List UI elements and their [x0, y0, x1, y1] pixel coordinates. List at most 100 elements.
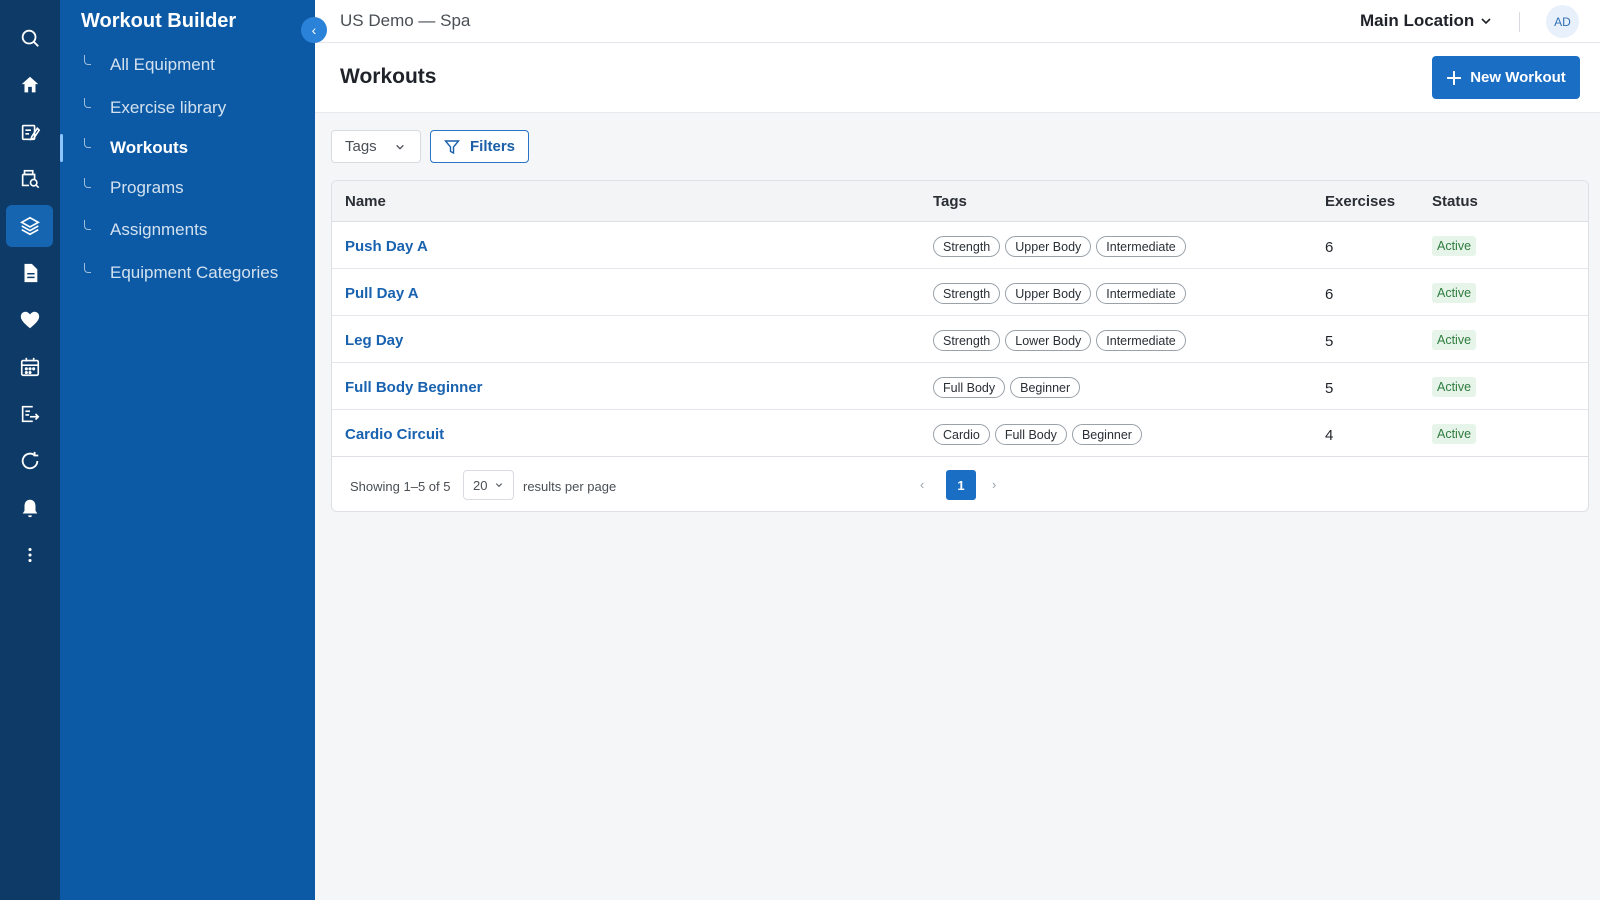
page-title: Workouts: [340, 65, 437, 88]
tag-chip: Full Body: [994, 424, 1067, 445]
workout-name-link[interactable]: Leg Day: [345, 332, 403, 349]
tag-list: Strength Lower Body Intermediate: [933, 330, 1186, 351]
collapse-sidebar-button[interactable]: ‹: [301, 17, 327, 43]
table-row[interactable]: Push Day A Strength Upper Body Intermedi…: [332, 222, 1588, 269]
sidebar-item-label: Exercise library: [110, 98, 227, 117]
workout-name-link[interactable]: Full Body Beginner: [345, 379, 483, 396]
next-page-button[interactable]: ›: [992, 477, 996, 492]
sidebar-item-all-equipment[interactable]: All Equipment: [60, 47, 315, 83]
sidebar-item-label: Equipment Categories: [110, 263, 279, 282]
exercise-count: 6: [1325, 286, 1334, 303]
tree-branch-icon: [84, 220, 91, 230]
previous-page-button[interactable]: ‹: [920, 477, 924, 492]
more-vertical-icon[interactable]: [6, 534, 53, 576]
workout-name-link[interactable]: Cardio Circuit: [345, 426, 444, 443]
sidebar-item-label: All Equipment: [110, 55, 215, 74]
chevron-down-icon: [1481, 18, 1491, 25]
export-icon[interactable]: [6, 393, 53, 435]
tag-chip: Intermediate: [1096, 236, 1186, 257]
sidebar-title: Workout Builder: [81, 10, 237, 32]
location-selector[interactable]: Main Location: [1360, 11, 1492, 31]
tag-chip: Strength: [933, 283, 1001, 304]
status-badge: Active: [1432, 377, 1477, 397]
tag-chip: Strength: [933, 330, 1001, 351]
per-page-label: results per page: [523, 479, 617, 494]
exercise-count: 6: [1325, 239, 1334, 256]
exercise-count: 4: [1325, 427, 1334, 444]
refresh-icon[interactable]: [6, 440, 53, 482]
tree-branch-icon: [84, 98, 91, 108]
tags-dropdown-label: Tags: [345, 138, 377, 155]
sidebar-item-programs[interactable]: Programs: [60, 170, 315, 206]
exercise-count: 5: [1325, 380, 1334, 397]
top-bar: US Demo — Spa Main Location AD: [315, 0, 1600, 43]
home-icon[interactable]: [6, 64, 53, 106]
calendar-icon[interactable]: [6, 346, 53, 388]
column-header-status[interactable]: Status: [1432, 193, 1478, 210]
sidebar-item-exercise-library[interactable]: Exercise library: [60, 90, 315, 126]
tree-branch-icon: [84, 55, 91, 65]
location-label: Main Location: [1360, 11, 1475, 30]
tag-chip: Cardio: [933, 424, 990, 445]
table-row[interactable]: Full Body Beginner Full Body Beginner 5 …: [332, 363, 1588, 410]
plus-icon: [1447, 70, 1462, 85]
workout-name-link[interactable]: Pull Day A: [345, 285, 419, 302]
tag-list: Strength Upper Body Intermediate: [933, 236, 1186, 257]
column-header-name[interactable]: Name: [345, 193, 386, 210]
tag-chip: Intermediate: [1096, 283, 1186, 304]
tag-chip: Beginner: [1071, 424, 1142, 445]
tree-branch-icon: [84, 138, 91, 148]
chevron-down-icon: [496, 483, 503, 488]
tag-list: Cardio Full Body Beginner: [933, 424, 1142, 445]
table-row[interactable]: Cardio Circuit Cardio Full Body Beginner…: [332, 410, 1588, 457]
chevron-down-icon: [395, 144, 404, 150]
sidebar-item-equipment-categories[interactable]: Equipment Categories: [60, 255, 315, 291]
sidebar-item-label: Programs: [110, 178, 184, 197]
heart-icon[interactable]: [6, 299, 53, 341]
tag-chip: Full Body: [933, 377, 1006, 398]
edit-note-icon[interactable]: [6, 111, 53, 153]
sidebar-item-assignments[interactable]: Assignments: [60, 212, 315, 248]
new-workout-button[interactable]: New Workout: [1432, 56, 1580, 99]
tenant-name: US Demo — Spa: [340, 11, 471, 30]
document-icon[interactable]: [6, 252, 53, 294]
results-summary: Showing 1–5 of 5: [350, 479, 451, 494]
table-header: Name Tags Exercises Status: [332, 181, 1588, 222]
status-badge: Active: [1432, 283, 1477, 303]
tree-branch-icon: [84, 263, 91, 273]
table-row[interactable]: Pull Day A Strength Upper Body Intermedi…: [332, 269, 1588, 316]
filters-label: Filters: [469, 138, 515, 155]
status-badge: Active: [1432, 330, 1477, 350]
bell-icon[interactable]: [6, 487, 53, 529]
per-page-select[interactable]: 20: [463, 470, 514, 500]
per-page-value: 20: [473, 477, 488, 493]
inventory-search-icon[interactable]: [6, 158, 53, 200]
tag-chip: Intermediate: [1096, 330, 1186, 351]
sidebar-item-label: Workouts: [110, 138, 189, 157]
tags-dropdown[interactable]: Tags: [331, 130, 421, 163]
tag-chip: Upper Body: [1005, 236, 1092, 257]
status-badge: Active: [1432, 236, 1477, 256]
layers-icon[interactable]: [6, 205, 53, 247]
tag-chip: Strength: [933, 236, 1001, 257]
active-indicator: [60, 134, 63, 162]
avatar[interactable]: AD: [1546, 5, 1579, 38]
filters-button[interactable]: Filters: [430, 130, 529, 163]
status-badge: Active: [1432, 424, 1477, 444]
table-row[interactable]: Leg Day Strength Lower Body Intermediate…: [332, 316, 1588, 363]
page-button-current[interactable]: 1: [946, 470, 976, 500]
tag-list: Strength Upper Body Intermediate: [933, 283, 1186, 304]
column-header-tags[interactable]: Tags: [933, 193, 967, 210]
new-workout-label: New Workout: [1470, 69, 1566, 86]
icon-rail: [0, 0, 60, 900]
tag-chip: Lower Body: [1005, 330, 1092, 351]
sidebar-item-workouts[interactable]: Workouts: [60, 130, 315, 166]
column-header-exercises[interactable]: Exercises: [1325, 193, 1395, 210]
search-icon[interactable]: [6, 17, 53, 59]
divider: [1519, 12, 1520, 32]
tag-chip: Upper Body: [1005, 283, 1092, 304]
sidebar-item-label: Assignments: [110, 220, 208, 239]
tag-list: Full Body Beginner: [933, 377, 1081, 398]
workout-name-link[interactable]: Push Day A: [345, 238, 428, 255]
workouts-table: Name Tags Exercises Status Push Day A St…: [331, 180, 1589, 512]
